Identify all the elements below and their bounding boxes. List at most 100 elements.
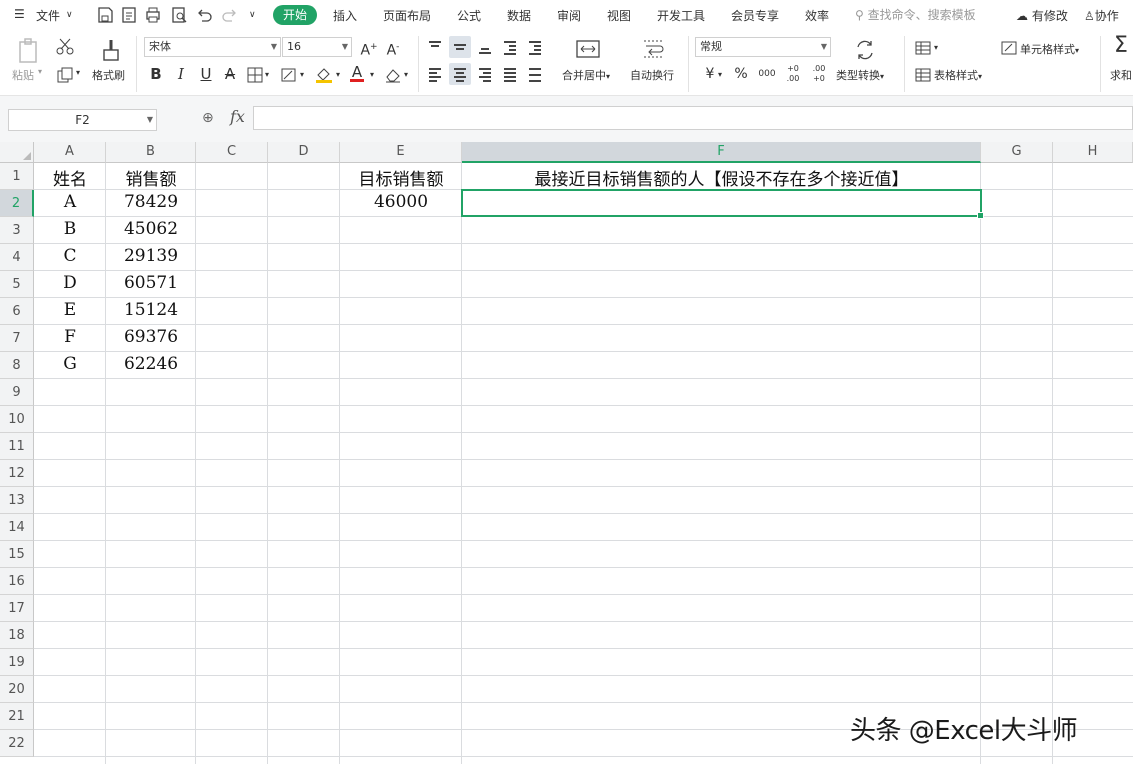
fill-color-dropdown-icon[interactable]: ▾	[336, 70, 340, 79]
print-icon[interactable]	[144, 6, 162, 24]
cell-b8[interactable]: 62246	[106, 354, 196, 374]
copy-dropdown-icon[interactable]: ▾	[76, 68, 80, 77]
clear-dropdown-icon[interactable]: ▾	[404, 70, 408, 79]
column-header-e[interactable]: E	[340, 142, 462, 163]
name-box[interactable]: F2 ▼	[8, 109, 157, 131]
increase-indent-icon[interactable]	[524, 36, 546, 58]
customize-quick-access-icon[interactable]: ∨	[249, 10, 256, 20]
cell-e1[interactable]: 目标销售额	[340, 165, 462, 190]
row-header-1[interactable]: 1	[0, 163, 34, 190]
sum-icon[interactable]: Σ	[1114, 33, 1128, 58]
row-header-10[interactable]: 10	[0, 406, 34, 433]
column-header-a[interactable]: A	[34, 142, 106, 163]
chevron-down-icon[interactable]: ∨	[66, 10, 73, 20]
align-top-icon[interactable]	[424, 36, 446, 58]
bold-button[interactable]: B	[145, 63, 167, 85]
clear-format-icon[interactable]	[384, 67, 402, 83]
row-header-7[interactable]: 7	[0, 325, 34, 352]
row-header-6[interactable]: 6	[0, 298, 34, 325]
type-convert-icon[interactable]	[854, 39, 876, 61]
tab-member[interactable]: 会员专享	[731, 7, 779, 24]
tab-efficiency[interactable]: 效率	[805, 7, 829, 24]
tab-page-layout[interactable]: 页面布局	[383, 7, 431, 24]
cell-b4[interactable]: 29139	[106, 246, 196, 266]
merge-center-icon[interactable]	[576, 39, 600, 59]
column-header-g[interactable]: G	[981, 142, 1053, 163]
fill-color-icon[interactable]	[314, 66, 334, 84]
file-menu[interactable]: 文件	[36, 7, 60, 24]
hamburger-icon[interactable]: ☰	[14, 7, 25, 21]
justify-icon[interactable]	[499, 63, 521, 85]
cell-a2[interactable]: A	[34, 192, 106, 212]
column-header-c[interactable]: C	[196, 142, 268, 163]
row-header-16[interactable]: 16	[0, 568, 34, 595]
format-painter-icon[interactable]	[100, 38, 122, 62]
table-style-icon[interactable]	[915, 68, 931, 82]
align-right-icon[interactable]	[474, 63, 496, 85]
select-all-button[interactable]	[0, 142, 34, 163]
strikethrough-icon[interactable]: A	[219, 63, 241, 85]
table-style-button[interactable]: 表格样式▾	[934, 67, 982, 83]
row-header-3[interactable]: 3	[0, 217, 34, 244]
cell-a1[interactable]: 姓名	[34, 165, 106, 190]
zoom-icon[interactable]: ⊕	[202, 110, 214, 126]
cell-style-button[interactable]: 单元格样式▾	[1020, 41, 1079, 57]
wrap-text-icon[interactable]	[642, 39, 666, 59]
align-center-icon[interactable]	[449, 63, 471, 85]
selected-cell-f2[interactable]	[461, 189, 984, 219]
export-pdf-icon[interactable]	[120, 6, 138, 24]
cell-b3[interactable]: 45062	[106, 219, 196, 239]
cut-icon[interactable]	[56, 38, 74, 56]
column-header-b[interactable]: B	[106, 142, 196, 163]
tab-review[interactable]: 审阅	[557, 7, 581, 24]
type-convert-button[interactable]: 类型转换▾	[836, 67, 884, 83]
column-header-h[interactable]: H	[1053, 142, 1133, 163]
font-color-button[interactable]: A	[346, 61, 368, 83]
align-bottom-icon[interactable]	[474, 36, 496, 58]
font-color-dropdown-icon[interactable]: ▾	[370, 70, 374, 79]
formula-input[interactable]	[253, 106, 1133, 130]
cell-a8[interactable]: G	[34, 354, 106, 374]
row-header-12[interactable]: 12	[0, 460, 34, 487]
collaborate-button[interactable]: ♙协作	[1084, 7, 1119, 24]
row-header-20[interactable]: 20	[0, 676, 34, 703]
cell-b7[interactable]: 69376	[106, 327, 196, 347]
underline-button[interactable]: U	[195, 63, 217, 85]
cell-f1[interactable]: 最接近目标销售额的人【假设不存在多个接近值】	[462, 165, 981, 190]
currency-dropdown-icon[interactable]: ▾	[718, 70, 722, 79]
increase-font-size-icon[interactable]: A+	[358, 36, 380, 59]
cell-a5[interactable]: D	[34, 273, 106, 293]
number-format-select[interactable]: 常规 ▼	[695, 37, 831, 57]
italic-button[interactable]: I	[170, 63, 192, 85]
row-header-15[interactable]: 15	[0, 541, 34, 568]
cell-b5[interactable]: 60571	[106, 273, 196, 293]
row-header-13[interactable]: 13	[0, 487, 34, 514]
cell-b6[interactable]: 15124	[106, 300, 196, 320]
row-header-11[interactable]: 11	[0, 433, 34, 460]
align-left-icon[interactable]	[424, 63, 446, 85]
cell-a3[interactable]: B	[34, 219, 106, 239]
row-header-5[interactable]: 5	[0, 271, 34, 298]
sum-button[interactable]: 求和	[1110, 67, 1132, 83]
conditional-format-icon[interactable]	[915, 41, 931, 55]
tab-view[interactable]: 视图	[607, 7, 631, 24]
borders-dropdown-icon[interactable]: ▾	[265, 70, 269, 79]
paste-label[interactable]: 粘贴	[12, 67, 34, 83]
tab-data[interactable]: 数据	[507, 7, 531, 24]
redo-icon[interactable]	[221, 6, 239, 24]
row-header-21[interactable]: 21	[0, 703, 34, 730]
row-header-9[interactable]: 9	[0, 379, 34, 406]
print-preview-icon[interactable]	[170, 6, 188, 24]
conditional-format-dropdown-icon[interactable]: ▾	[934, 43, 938, 52]
command-search-input[interactable]: ⚲ 查找命令、搜索模板	[855, 6, 976, 23]
row-header-18[interactable]: 18	[0, 622, 34, 649]
tab-formulas[interactable]: 公式	[457, 7, 481, 24]
percent-button[interactable]: %	[730, 63, 752, 85]
borders-icon[interactable]	[247, 67, 263, 83]
decrease-decimal-button[interactable]: .00 +0	[808, 64, 830, 86]
cell-a7[interactable]: F	[34, 327, 106, 347]
align-middle-icon[interactable]	[449, 36, 471, 58]
distributed-align-icon[interactable]	[524, 63, 546, 85]
column-header-f[interactable]: F	[462, 142, 981, 163]
decrease-font-size-icon[interactable]: A-	[382, 36, 404, 59]
